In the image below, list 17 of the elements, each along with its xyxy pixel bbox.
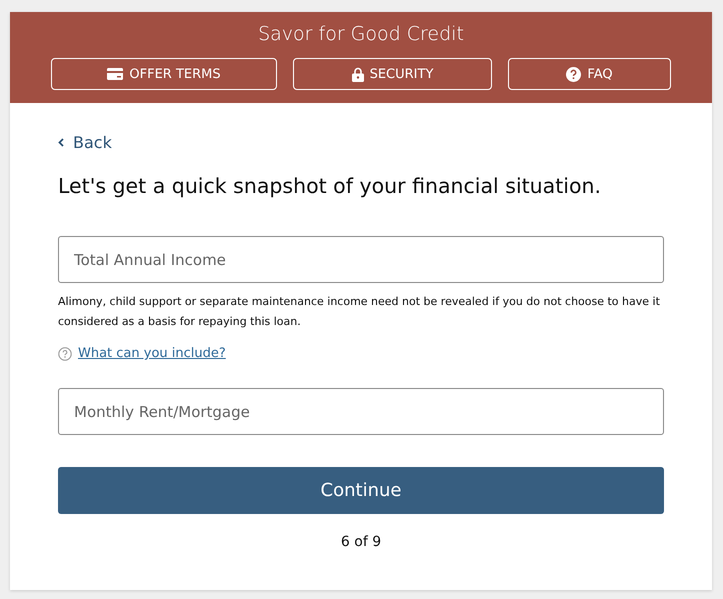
rent-field[interactable]: Monthly Rent/Mortgage — [58, 388, 664, 435]
nav-button[interactable]: OFFER TERMS — [51, 58, 277, 90]
chevron-icon — [58, 138, 64, 147]
nav-button[interactable]: FAQ — [508, 58, 671, 90]
page-title: Savor for Good Credit — [258, 22, 464, 46]
disclaimer-text: Alimony, child support or separate maintenance income need not be revealed if you do not choose to have it considered as a basis for repaying this loan. — [58, 294, 661, 330]
back-link[interactable]: Back — [58, 133, 112, 152]
help-link[interactable]: What can you include? — [78, 346, 226, 361]
card-icon — [107, 68, 124, 80]
page-heading: Let's get a quick snapshot of your financial situation. — [58, 174, 602, 198]
progress-text: 6 of 9 — [340, 534, 382, 550]
help-icon — [58, 346, 72, 360]
help-icon — [566, 66, 582, 82]
lock-icon — [352, 66, 364, 82]
nav-button[interactable]: SECURITY — [293, 58, 492, 90]
income-field[interactable]: Total Annual Income — [58, 236, 664, 283]
continue-button[interactable]: Continue — [58, 467, 664, 514]
